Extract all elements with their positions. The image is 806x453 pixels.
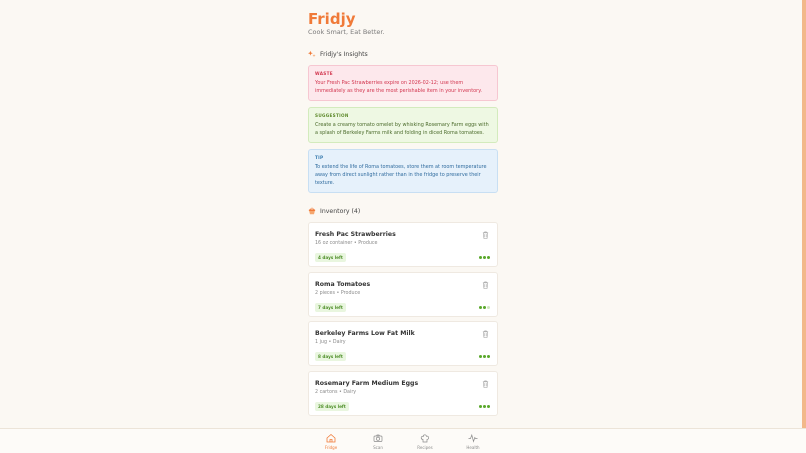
freshness-indicator: [479, 355, 490, 358]
insight-suggestion: SUGGESTION Create a creamy tomato omelet…: [308, 107, 498, 143]
camera-icon: [373, 434, 383, 442]
nav-label: Recipes: [417, 445, 433, 450]
freshness-dot: [479, 405, 482, 408]
freshness-dot: [487, 355, 490, 358]
freshness-dot: [483, 306, 486, 309]
freshness-dot: [479, 306, 482, 309]
freshness-dot: [479, 256, 482, 259]
nav-label: Scan: [373, 445, 383, 450]
days-left-badge: 28 days left: [315, 402, 349, 411]
insights-header: Fridjy's Insights: [308, 50, 368, 58]
inventory-header: Inventory (4): [308, 207, 360, 215]
insight-waste: WASTE Your Fresh Pac Strawberries expire…: [308, 65, 498, 101]
insights-title: Fridjy's Insights: [320, 50, 368, 58]
freshness-dot: [487, 405, 490, 408]
item-name: Roma Tomatoes: [315, 281, 371, 288]
inventory-card[interactable]: Berkeley Farms Low Fat Milk 1 jug • Dair…: [308, 321, 498, 366]
bottom-nav: Fridge Scan Recipes Health: [0, 428, 806, 453]
freshness-dot: [483, 355, 486, 358]
inventory-card[interactable]: Rosemary Farm Medium Eggs 2 cartons • Da…: [308, 371, 498, 416]
home-icon: [326, 433, 336, 443]
nav-label: Health: [466, 445, 480, 450]
trash-icon[interactable]: [482, 281, 489, 289]
nav-label: Fridge: [324, 445, 338, 450]
insight-tip: TIP To extend the life of Roma tomatoes,…: [308, 149, 498, 193]
item-meta: 2 pieces • Produce: [315, 291, 361, 296]
inventory-title: Inventory (4): [320, 207, 361, 215]
trash-icon[interactable]: [482, 330, 489, 338]
freshness-dot: [483, 256, 486, 259]
freshness-indicator: [479, 256, 490, 259]
inventory-card[interactable]: Roma Tomatoes 2 pieces • Produce 7 days …: [308, 272, 498, 317]
app-title: Fridjy: [308, 10, 356, 28]
freshness-dot: [487, 306, 490, 309]
freshness-dot: [483, 405, 486, 408]
days-left-badge: 4 days left: [315, 253, 346, 262]
app-tagline: Cook Smart, Eat Better.: [308, 28, 385, 36]
insight-tag: TIP: [315, 155, 324, 160]
nav-item-health[interactable]: Health: [453, 433, 493, 450]
freshness-indicator: [479, 306, 490, 309]
days-left-badge: 7 days left: [315, 303, 346, 312]
nav-item-recipes[interactable]: Recipes: [405, 433, 445, 450]
insight-text: Create a creamy tomato omelet by whiskin…: [315, 122, 489, 136]
basket-icon: [308, 207, 316, 215]
nav-item-fridge[interactable]: Fridge: [311, 433, 351, 450]
trash-icon[interactable]: [482, 231, 489, 239]
pulse-icon: [468, 433, 478, 443]
item-meta: 16 oz container • Produce: [315, 241, 378, 246]
inventory-card[interactable]: Fresh Pac Strawberries 16 oz container •…: [308, 222, 498, 267]
insight-tag: SUGGESTION: [315, 113, 349, 118]
insight-tag: WASTE: [315, 71, 333, 76]
insight-text: Your Fresh Pac Strawberries expire on 20…: [315, 80, 482, 94]
trash-icon[interactable]: [482, 380, 489, 388]
scrollbar-thumb[interactable]: [802, 0, 806, 453]
item-name: Fresh Pac Strawberries: [315, 231, 396, 238]
item-name: Berkeley Farms Low Fat Milk: [315, 330, 415, 337]
item-meta: 1 jug • Dairy: [315, 340, 346, 345]
sparkle-icon: [308, 50, 316, 58]
days-left-badge: 8 days left: [315, 352, 346, 361]
freshness-dot: [487, 256, 490, 259]
freshness-indicator: [479, 405, 490, 408]
item-name: Rosemary Farm Medium Eggs: [315, 380, 419, 387]
nav-item-scan[interactable]: Scan: [358, 433, 398, 450]
insight-text: To extend the life of Roma tomatoes, sto…: [315, 164, 487, 186]
item-meta: 2 cartons • Dairy: [315, 390, 357, 395]
chef-hat-icon: [420, 434, 430, 443]
freshness-dot: [479, 355, 482, 358]
